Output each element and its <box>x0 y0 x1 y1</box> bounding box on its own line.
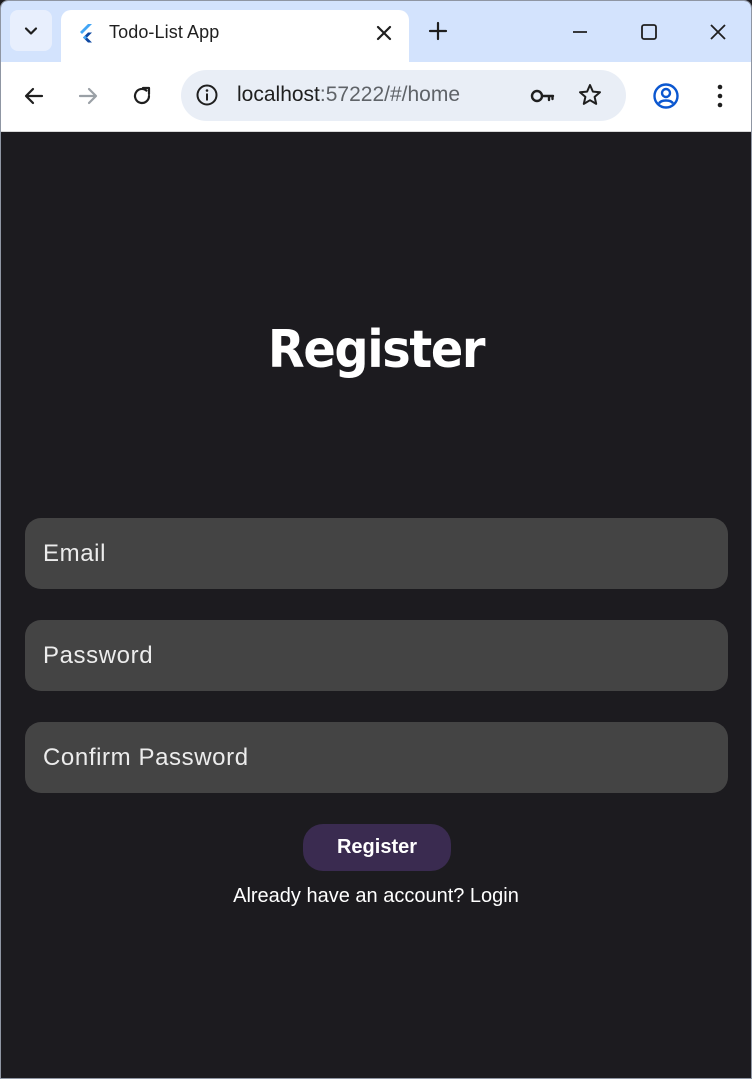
tab-close-icon[interactable] <box>373 22 395 44</box>
browser-toolbar: localhost:57222/#/home <box>1 62 751 132</box>
arrow-left-icon[interactable] <box>21 83 47 109</box>
address-bar[interactable]: localhost:57222/#/home <box>181 70 626 121</box>
url-text[interactable]: localhost:57222/#/home <box>237 83 460 107</box>
tab-search-button[interactable] <box>10 10 52 51</box>
browser-window: Todo-List App localhost:57222/#/home Reg… <box>0 0 752 1079</box>
info-icon[interactable] <box>195 83 219 107</box>
browser-tab[interactable]: Todo-List App <box>61 10 409 62</box>
confirm-password-field[interactable] <box>25 722 728 793</box>
kebab-menu-icon[interactable] <box>707 82 733 110</box>
plus-icon[interactable] <box>426 19 450 43</box>
register-page: Register Register Already have an accoun… <box>1 132 751 1078</box>
password-field[interactable] <box>25 620 728 691</box>
confirm-password-input[interactable] <box>25 722 728 793</box>
url-path: :57222/#/home <box>319 83 460 106</box>
page-title: Register <box>267 320 486 380</box>
star-icon[interactable] <box>577 82 603 108</box>
email-input[interactable] <box>25 518 728 589</box>
maximize-icon[interactable] <box>636 19 662 45</box>
tab-strip: Todo-List App <box>1 1 751 62</box>
register-button[interactable]: Register <box>303 824 451 871</box>
reload-icon[interactable] <box>129 83 155 109</box>
url-host: localhost <box>237 83 320 106</box>
window-close-icon[interactable] <box>705 19 731 45</box>
minimize-icon[interactable] <box>567 19 593 45</box>
login-link[interactable]: Already have an account? Login <box>1 885 751 908</box>
key-icon[interactable] <box>528 82 556 110</box>
profile-icon[interactable] <box>652 82 680 110</box>
flutter-logo-icon <box>80 24 92 43</box>
arrow-right-icon[interactable] <box>75 83 101 109</box>
password-input[interactable] <box>25 620 728 691</box>
chevron-down-icon <box>24 26 38 35</box>
email-field[interactable] <box>25 518 728 589</box>
tab-title: Todo-List App <box>109 22 220 42</box>
